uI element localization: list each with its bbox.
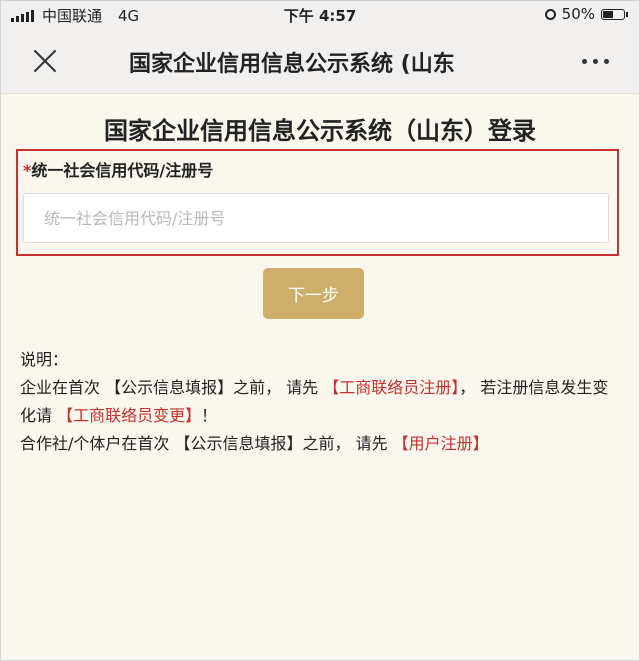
- instructions-text: 企业在首次 【公示信息填报】之前， 请先: [20, 378, 324, 397]
- contact-register-link[interactable]: 【工商联络员注册】: [323, 378, 459, 397]
- orientation-lock-icon: [544, 8, 556, 20]
- close-icon[interactable]: [31, 47, 59, 75]
- instructions-text: ！: [201, 406, 218, 425]
- instructions-text: 合作社/个体户在首次 【公示信息填报】之前， 请先: [20, 434, 393, 453]
- instructions-line-1: 企业在首次 【公示信息填报】之前， 请先 【工商联络员注册】， 若注册信息发生变…: [20, 374, 610, 430]
- battery-fill: [603, 10, 613, 18]
- more-dots-icon[interactable]: [582, 59, 609, 64]
- field-label-text: 统一社会信用代码/注册号: [31, 161, 214, 180]
- battery-icon: [601, 8, 628, 20]
- status-right: 50%: [544, 5, 628, 23]
- field-label: *统一社会信用代码/注册号: [23, 157, 213, 181]
- credit-code-input[interactable]: [23, 193, 609, 243]
- nav-title: 国家企业信用信息公示系统 (山东: [129, 52, 455, 77]
- instructions-heading: 说明：: [20, 350, 69, 369]
- contact-change-link[interactable]: 【工商联络员变更】: [57, 406, 201, 425]
- status-bar: 中国联通 4G 下午 4:57 50%: [1, 1, 639, 29]
- battery-percent: 50%: [561, 5, 595, 23]
- nav-bar: 国家企业信用信息公示系统 (山东: [1, 29, 639, 94]
- user-register-link[interactable]: 【用户注册】: [393, 434, 489, 453]
- page-title: 国家企业信用信息公示系统（山东）登录: [104, 117, 536, 145]
- status-time: 下午 4:57: [283, 7, 357, 25]
- credit-code-field-group: *统一社会信用代码/注册号: [16, 149, 619, 256]
- next-step-button[interactable]: 下一步: [263, 268, 364, 319]
- instructions-line-2: 合作社/个体户在首次 【公示信息填报】之前， 请先 【用户注册】: [20, 430, 610, 458]
- phone-screen: 中国联通 4G 下午 4:57 50% 国家企业信用信息公示系统 (山东 国家企…: [0, 0, 640, 661]
- instructions: 说明： 企业在首次 【公示信息填报】之前， 请先 【工商联络员注册】， 若注册信…: [20, 346, 610, 458]
